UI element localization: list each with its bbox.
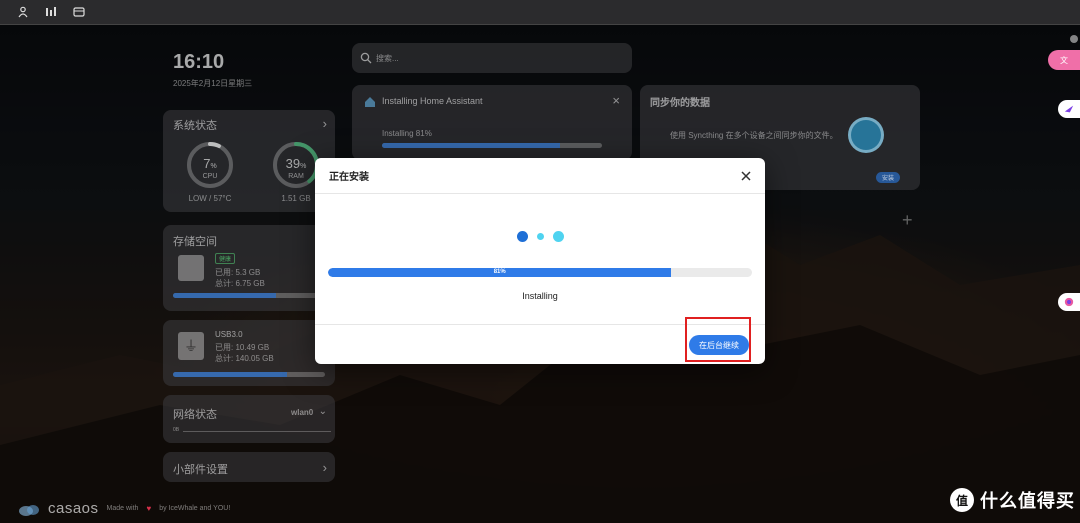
home-assistant-icon xyxy=(364,95,376,107)
chevron-right-icon[interactable]: › xyxy=(323,460,327,475)
cpu-label: CPU xyxy=(202,173,218,180)
cpu-gauge: 7% CPU xyxy=(185,140,235,190)
bookmark-bird-icon[interactable] xyxy=(1058,100,1080,118)
widget-settings[interactable]: 小部件设置 › xyxy=(163,452,335,482)
cpu-unit: % xyxy=(210,163,217,170)
casaos-logo: casaos xyxy=(48,500,99,517)
dialog-header: 正在安装 xyxy=(315,158,765,194)
dialog-footer: 在后台继续 xyxy=(315,324,765,364)
dialog-title: 正在安装 xyxy=(329,172,369,183)
install-progress-fill: 81% xyxy=(328,268,672,277)
install-card-title: Installing Home Assistant xyxy=(382,96,483,106)
install-progress-text: 81% xyxy=(493,269,506,275)
smzdm-logo-icon: 值 xyxy=(950,488,974,512)
ram-gauge: 39% RAM xyxy=(271,140,321,190)
health-badge: 健康 xyxy=(215,253,236,264)
ram-value: 39 xyxy=(285,156,301,171)
system-status-widget: 系统状态 › 7% CPU LOW / 57°C 39% RAM 1.51 GB xyxy=(163,110,335,212)
watermark-text: 什么值得买 xyxy=(980,491,1075,511)
chevron-down-icon[interactable]: ⌄ xyxy=(319,406,327,417)
clock-time: 16:10 xyxy=(173,51,225,73)
continue-in-background-button[interactable]: 在后台继续 xyxy=(689,335,749,355)
install-dialog: 正在安装 81% Installing 在后台继续 xyxy=(315,158,765,364)
storage-title: 存储空间 xyxy=(173,236,217,248)
brain-icon[interactable] xyxy=(1058,293,1080,311)
usb-total: 总计: 140.05 GB xyxy=(215,354,274,363)
install-card-progress-bar xyxy=(382,143,602,148)
loading-dot xyxy=(552,231,564,242)
sync-card-title: 同步你的数据 xyxy=(650,98,710,109)
ram-label: RAM xyxy=(288,173,304,180)
close-icon[interactable] xyxy=(739,169,753,183)
disk-icon xyxy=(178,255,204,281)
heart-icon: ♥ xyxy=(146,504,152,513)
watermark: 值 什么值得买 xyxy=(950,487,1075,513)
user-icon[interactable] xyxy=(16,5,30,19)
dismiss-icon[interactable] xyxy=(1070,35,1078,43)
credits-text: by IceWhale and YOU! xyxy=(159,505,231,512)
cpu-detail: LOW / 57°C xyxy=(188,194,232,203)
search-input[interactable]: 搜索... xyxy=(376,53,399,64)
folder-icon[interactable] xyxy=(72,5,86,19)
made-with-text: Made with xyxy=(106,505,139,512)
syncthing-icon xyxy=(848,117,884,153)
top-toolbar xyxy=(0,0,1080,25)
install-card-progress-label: Installing 81% xyxy=(382,129,432,138)
network-chart-baseline xyxy=(183,431,331,432)
search-bar[interactable]: 搜索... xyxy=(352,43,632,73)
translate-icon[interactable]: 文 xyxy=(1048,50,1080,70)
ram-unit: % xyxy=(300,163,307,170)
storage-used: 已用: 5.3 GB xyxy=(215,268,261,277)
usb-usage-bar xyxy=(173,372,325,377)
network-axis-label: 0B xyxy=(173,427,180,433)
grid-icon[interactable] xyxy=(44,5,58,19)
chevron-right-icon[interactable]: › xyxy=(323,116,327,131)
storage-widget: 存储空间 健康 已用: 5.3 GB 总计: 6.75 GB xyxy=(163,225,335,311)
footer: casaos Made with ♥ by IceWhale and YOU! xyxy=(18,500,230,517)
close-icon[interactable]: × xyxy=(612,93,620,108)
sync-card-description: 使用 Syncthing 在多个设备之间同步你的文件。 xyxy=(670,131,838,140)
casaos-cloud-icon xyxy=(18,503,40,516)
clock-date: 2025年2月12日星期三 xyxy=(173,79,253,88)
search-icon xyxy=(360,51,372,64)
install-progress-bar: 81% xyxy=(328,268,752,277)
add-widget-icon[interactable]: + xyxy=(902,210,913,231)
usb-title: USB3.0 xyxy=(215,330,243,339)
usb-used: 已用: 10.49 GB xyxy=(215,343,270,352)
install-status: Installing xyxy=(522,291,558,301)
network-title: 网络状态 xyxy=(173,409,217,421)
loading-spinner xyxy=(315,231,765,242)
storage-total: 总计: 6.75 GB xyxy=(215,279,265,288)
clock-widget: 16:10 2025年2月12日星期三 xyxy=(163,43,335,103)
network-widget: 网络状态 wlan0 ⌄ 0B xyxy=(163,395,335,443)
cpu-value: 7 xyxy=(203,156,211,171)
loading-dot xyxy=(516,231,528,242)
widget-settings-title: 小部件设置 xyxy=(173,464,228,476)
install-progress-card: Installing Home Assistant × Installing 8… xyxy=(352,85,632,160)
system-status-title: 系统状态 xyxy=(173,120,217,132)
storage-usage-bar xyxy=(173,293,325,298)
usb-icon: ⏚ xyxy=(178,332,204,360)
network-interface[interactable]: wlan0 xyxy=(291,408,313,417)
sync-install-button[interactable]: 安装 xyxy=(876,172,901,183)
loading-dot xyxy=(536,233,544,240)
usb-widget: ⏚ USB3.0 已用: 10.49 GB 总计: 140.05 GB xyxy=(163,320,335,386)
